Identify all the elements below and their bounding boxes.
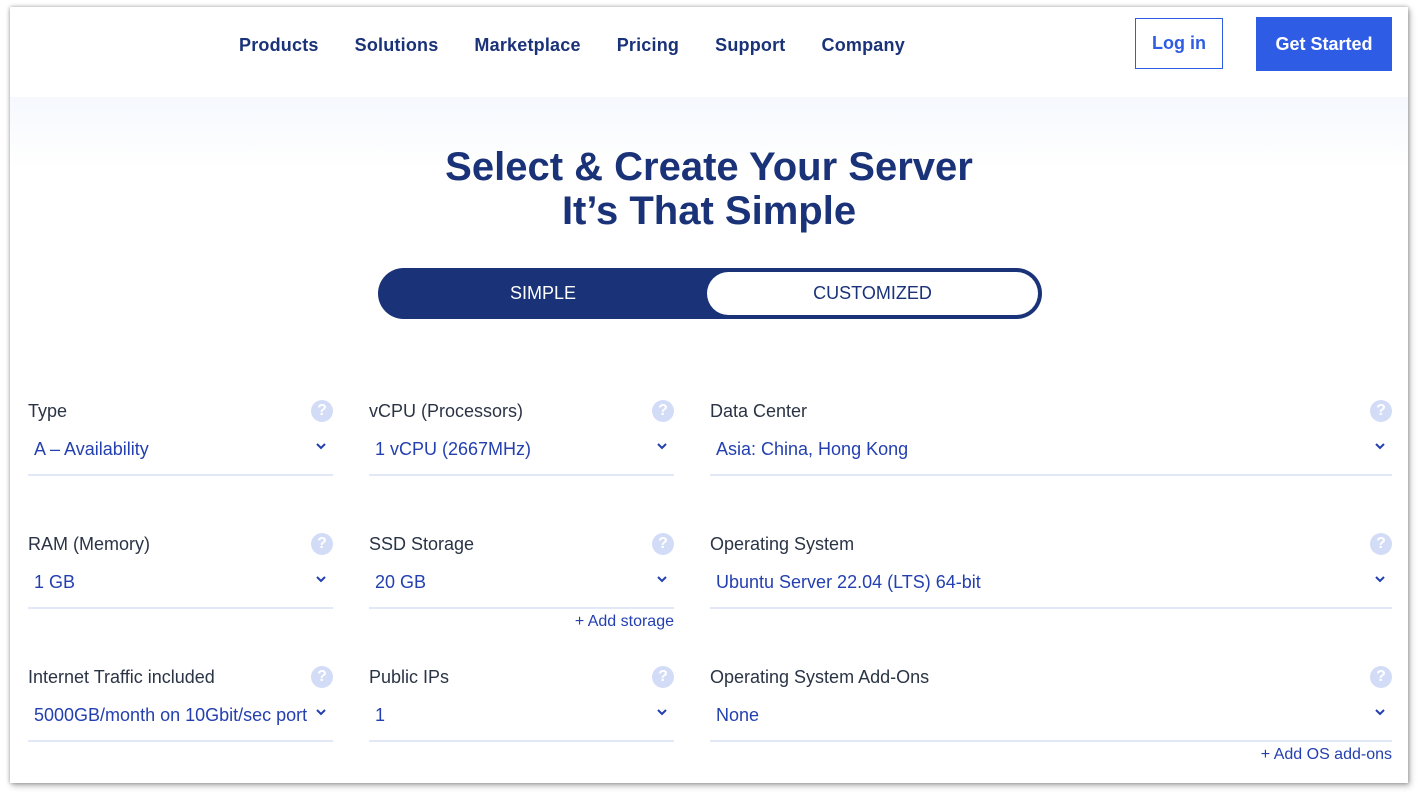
get-started-button[interactable]: Get Started: [1256, 17, 1392, 71]
help-icon[interactable]: ?: [652, 400, 674, 422]
help-icon[interactable]: ?: [652, 666, 674, 688]
os-addons-label: Operating System Add-Ons: [710, 667, 930, 687]
os-label: Operating System: [710, 534, 855, 554]
title-line-1: Select & Create Your Server: [445, 145, 973, 189]
ips-select[interactable]: 1: [369, 694, 674, 742]
page-title: Select & Create Your Server It’s That Si…: [10, 145, 1408, 233]
vcpu-value: 1 vCPU (2667MHz): [375, 439, 532, 459]
login-button[interactable]: Log in: [1135, 18, 1223, 69]
traffic-value: 5000GB/month on 10Gbit/sec port: [34, 705, 308, 725]
nav-support[interactable]: Support: [715, 34, 785, 56]
server-configurator: Select & Create Your Server It’s That Si…: [10, 97, 1408, 783]
type-select[interactable]: A – Availability: [28, 428, 333, 476]
help-icon[interactable]: ?: [1370, 400, 1392, 422]
ssd-label: SSD Storage: [369, 534, 475, 554]
os-addons-select[interactable]: None: [710, 694, 1392, 742]
help-icon[interactable]: ?: [1370, 666, 1392, 688]
ram-label: RAM (Memory): [28, 534, 150, 554]
browser-page: Products Solutions Marketplace Pricing S…: [10, 7, 1408, 783]
ram-value: 1 GB: [34, 572, 76, 592]
add-os-addons-link[interactable]: + Add OS add-ons: [1261, 746, 1392, 764]
type-label: Type: [28, 401, 68, 421]
title-line-2: It’s That Simple: [561, 189, 857, 233]
add-storage-link[interactable]: + Add storage: [575, 613, 674, 631]
os-addons-value: None: [716, 705, 760, 725]
type-value: A – Availability: [34, 439, 149, 459]
traffic-label: Internet Traffic included: [28, 667, 215, 687]
chevron-down-icon: [316, 709, 326, 716]
ram-select[interactable]: 1 GB: [28, 561, 333, 609]
chevron-down-icon: [316, 576, 326, 583]
chevron-down-icon: [1375, 443, 1385, 450]
nav-solutions[interactable]: Solutions: [355, 34, 439, 56]
chevron-down-icon: [657, 443, 667, 450]
toggle-simple[interactable]: SIMPLE: [378, 268, 708, 319]
ips-label: Public IPs: [369, 667, 450, 687]
os-value: Ubuntu Server 22.04 (LTS) 64-bit: [716, 572, 981, 592]
ips-value: 1: [375, 705, 386, 725]
traffic-select[interactable]: 5000GB/month on 10Gbit/sec port: [28, 694, 333, 742]
os-select[interactable]: Ubuntu Server 22.04 (LTS) 64-bit: [710, 561, 1392, 609]
toggle-customized[interactable]: CUSTOMIZED: [707, 272, 1038, 315]
vcpu-label: vCPU (Processors): [369, 401, 524, 421]
ssd-select[interactable]: 20 GB: [369, 561, 674, 609]
chevron-down-icon: [657, 709, 667, 716]
nav-marketplace[interactable]: Marketplace: [474, 34, 580, 56]
chevron-down-icon: [316, 443, 326, 450]
nav-links: Products Solutions Marketplace Pricing S…: [239, 34, 941, 56]
datacenter-value: Asia: China, Hong Kong: [716, 439, 909, 459]
chevron-down-icon: [1375, 709, 1385, 716]
top-navigation: Products Solutions Marketplace Pricing S…: [10, 7, 1408, 97]
nav-products[interactable]: Products: [239, 34, 319, 56]
help-icon[interactable]: ?: [311, 533, 333, 555]
help-icon[interactable]: ?: [311, 400, 333, 422]
help-icon[interactable]: ?: [1370, 533, 1392, 555]
datacenter-select[interactable]: Asia: China, Hong Kong: [710, 428, 1392, 476]
ssd-value: 20 GB: [375, 572, 427, 592]
help-icon[interactable]: ?: [311, 666, 333, 688]
help-icon[interactable]: ?: [652, 533, 674, 555]
nav-company[interactable]: Company: [822, 34, 905, 56]
chevron-down-icon: [1375, 576, 1385, 583]
chevron-down-icon: [657, 576, 667, 583]
vcpu-select[interactable]: 1 vCPU (2667MHz): [369, 428, 674, 476]
mode-toggle: SIMPLE CUSTOMIZED: [378, 268, 1042, 319]
datacenter-label: Data Center: [710, 401, 808, 421]
nav-pricing[interactable]: Pricing: [617, 34, 679, 56]
